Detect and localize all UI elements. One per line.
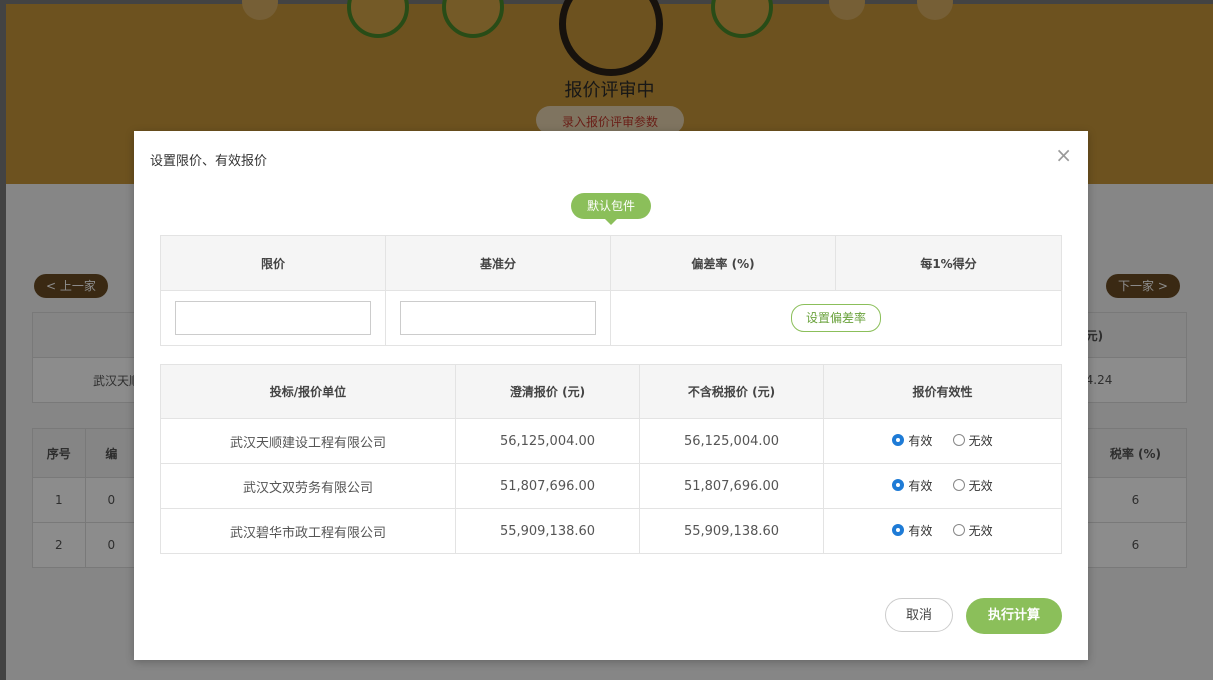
- valid-radio[interactable]: 有效: [892, 522, 932, 539]
- deviation-rate-header: 偏差率 (%): [610, 235, 836, 291]
- limit-price-input[interactable]: [175, 301, 371, 335]
- radio-selected-icon: [892, 479, 905, 492]
- company-cell: 武汉碧华市政工程有限公司: [160, 508, 456, 554]
- price-ex-tax-header: 不含税报价 (元): [639, 364, 824, 419]
- price-ex-tax-cell: 56,125,004.00: [639, 418, 824, 464]
- price-ex-tax-cell: 51,807,696.00: [639, 463, 824, 509]
- score-per-percent-header: 每1%得分: [835, 235, 1062, 291]
- table-row: 武汉碧华市政工程有限公司 55,909,138.60 55,909,138.60…: [160, 508, 1062, 554]
- radio-selected-icon: [892, 524, 905, 537]
- valid-radio[interactable]: 有效: [892, 477, 932, 494]
- cancel-button[interactable]: 取消: [885, 598, 953, 632]
- price-limit-dialog: 设置限价、有效报价 × 默认包件 限价 基准分 偏差率 (%) 每1%得分 设置…: [134, 131, 1088, 660]
- price-ex-tax-cell: 55,909,138.60: [639, 508, 824, 554]
- company-cell: 武汉天顺建设工程有限公司: [160, 418, 456, 464]
- bidder-header: 投标/报价单位: [160, 364, 456, 419]
- package-tag[interactable]: 默认包件: [571, 193, 651, 225]
- radio-selected-icon: [892, 434, 905, 447]
- clarified-price-cell: 51,807,696.00: [455, 463, 640, 509]
- validity-header: 报价有效性: [823, 364, 1062, 419]
- set-deviation-button[interactable]: 设置偏差率: [790, 304, 881, 332]
- base-score-header: 基准分: [385, 235, 611, 291]
- close-icon[interactable]: ×: [1055, 145, 1072, 165]
- table-row: 武汉天顺建设工程有限公司 56,125,004.00 56,125,004.00…: [160, 418, 1062, 464]
- invalid-radio[interactable]: 无效: [952, 522, 993, 539]
- base-score-input[interactable]: [400, 301, 596, 335]
- radio-unselected-icon: [952, 479, 965, 492]
- company-cell: 武汉文双劳务有限公司: [160, 463, 456, 509]
- clarified-price-cell: 55,909,138.60: [455, 508, 640, 554]
- invalid-radio[interactable]: 无效: [952, 432, 993, 449]
- clarified-price-cell: 56,125,004.00: [455, 418, 640, 464]
- invalid-radio[interactable]: 无效: [952, 477, 993, 494]
- execute-calculation-button[interactable]: 执行计算: [966, 598, 1062, 634]
- valid-radio[interactable]: 有效: [892, 432, 932, 449]
- limit-price-header: 限价: [160, 235, 386, 291]
- radio-unselected-icon: [952, 524, 965, 537]
- clarified-price-header: 澄清报价 (元): [455, 364, 640, 419]
- table-row: 武汉文双劳务有限公司 51,807,696.00 51,807,696.00 有…: [160, 463, 1062, 509]
- bids-table: 投标/报价单位 澄清报价 (元) 不含税报价 (元) 报价有效性 武汉天顺建设工…: [160, 364, 1062, 554]
- params-table: 限价 基准分 偏差率 (%) 每1%得分 设置偏差率: [160, 235, 1062, 346]
- dialog-title: 设置限价、有效报价: [150, 154, 268, 169]
- radio-unselected-icon: [952, 434, 965, 447]
